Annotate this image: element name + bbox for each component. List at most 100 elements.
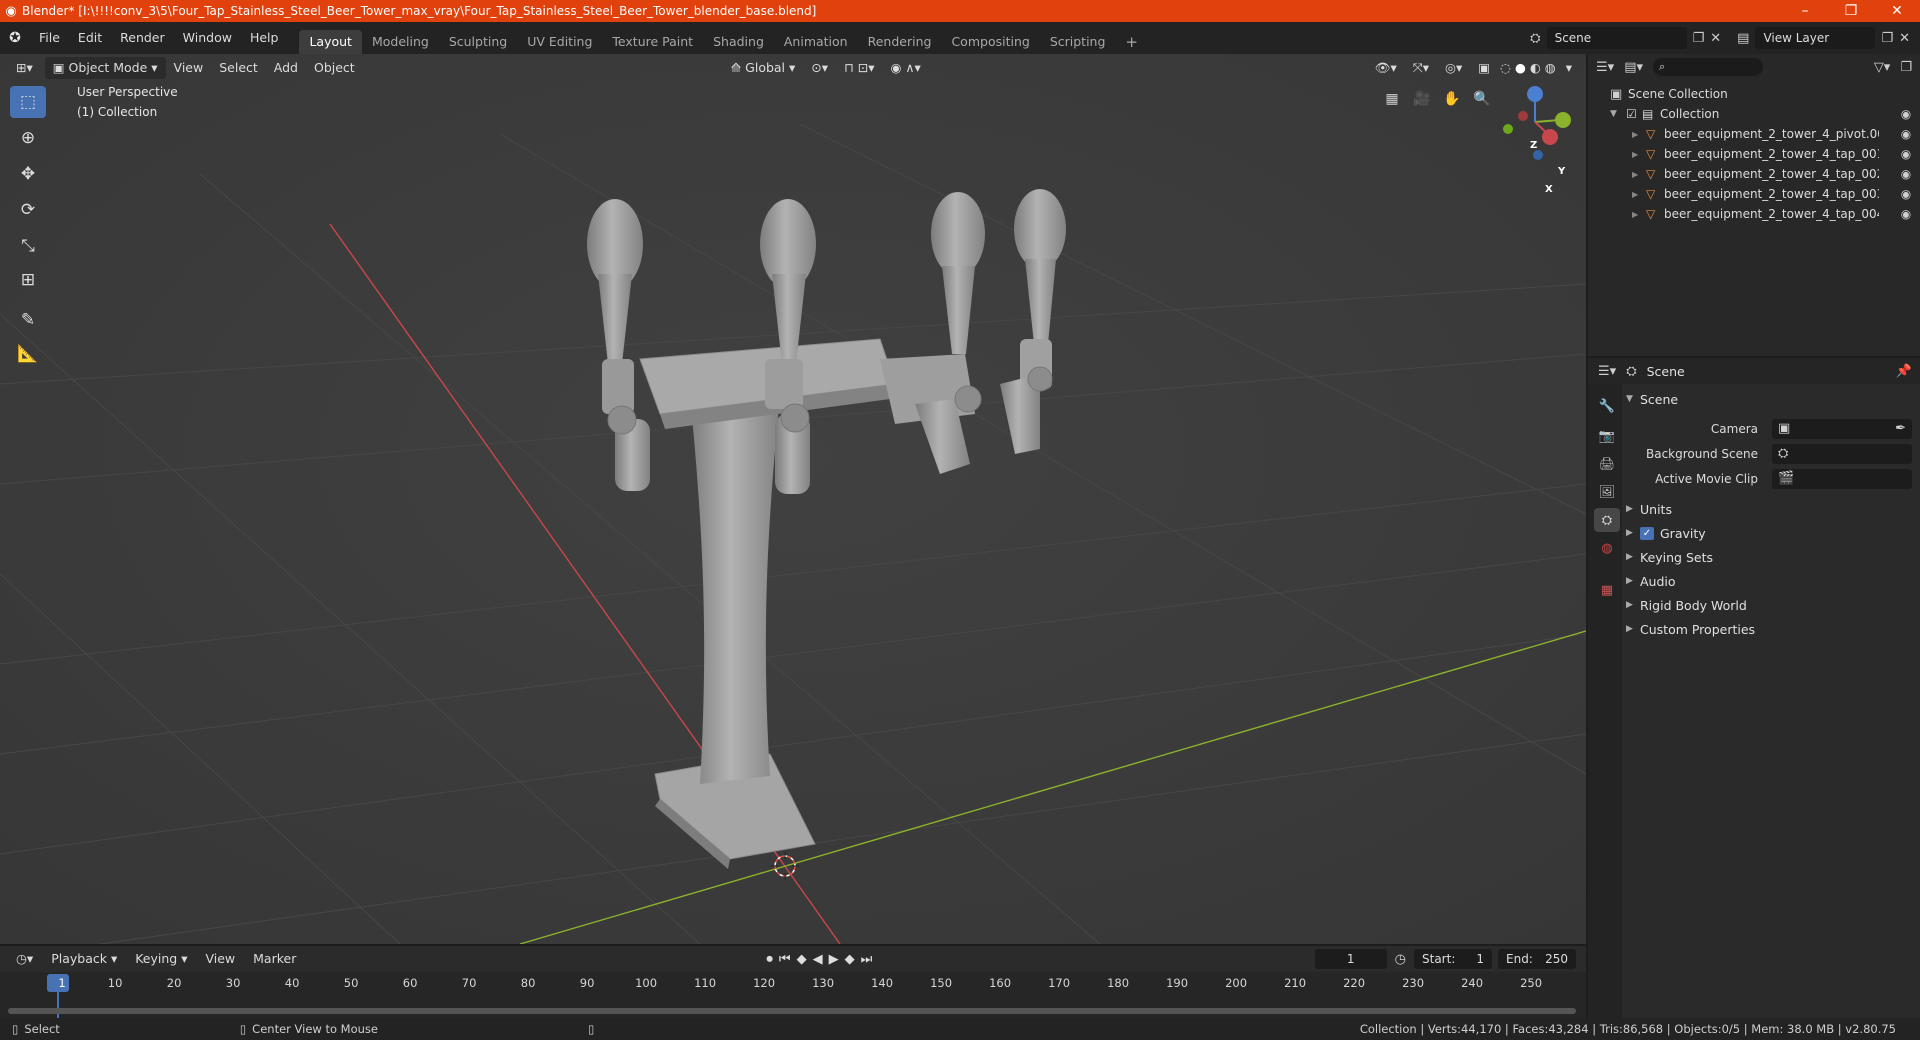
next-keyframe-icon[interactable]: ◆ [845, 952, 855, 967]
new-view-layer-icon[interactable]: ❐ [1881, 31, 1893, 46]
gravity-checkbox[interactable]: ✓ [1640, 526, 1654, 540]
camera-field[interactable]: ▣ ✒ [1772, 419, 1912, 439]
audio-panel-header[interactable]: ▶ Audio [1626, 570, 1916, 592]
tab-sculpting[interactable]: Sculpting [439, 30, 517, 54]
visibility-eye-icon[interactable]: ◉ [1896, 147, 1916, 161]
viewport-menu-add[interactable]: Add [266, 57, 306, 79]
visibility-eye-icon[interactable]: ◉ [1896, 127, 1916, 141]
rigid-body-world-panel-header[interactable]: ▶ Rigid Body World [1626, 594, 1916, 616]
toggle-perspective-icon[interactable]: ▦ [1379, 86, 1405, 112]
view-layer-selector[interactable]: View Layer [1755, 27, 1876, 49]
tab-shading[interactable]: Shading [703, 30, 774, 54]
add-workspace-icon[interactable]: + [1115, 30, 1148, 54]
shading-wireframe-icon[interactable]: ◌ [1498, 57, 1513, 79]
tool-tab-icon[interactable]: 🔧 [1594, 394, 1620, 418]
play-reverse-icon[interactable]: ◀ [813, 952, 823, 967]
scene-panel-header[interactable]: ▼ Scene [1626, 388, 1916, 410]
timeline-menu-view[interactable]: View [197, 948, 243, 970]
expand-icon[interactable]: ▶ [1632, 190, 1646, 199]
expand-icon[interactable]: ▶ [1632, 170, 1646, 179]
end-frame-field[interactable]: End: 250 [1498, 949, 1576, 969]
world-tab-icon[interactable]: ◍ [1594, 536, 1620, 560]
new-scene-icon[interactable]: ❐ [1693, 31, 1705, 46]
cursor-tool-icon[interactable]: ⊕ [10, 122, 46, 154]
transform-tool-icon[interactable]: ⊞ [10, 264, 46, 296]
tab-scripting[interactable]: Scripting [1040, 30, 1116, 54]
tab-texture-paint[interactable]: Texture Paint [602, 30, 703, 54]
minimize-button[interactable]: – [1782, 0, 1828, 22]
gravity-panel-header[interactable]: ▶ ✓ Gravity [1626, 522, 1916, 544]
outliner-item[interactable]: ▶ ▽ beer_equipment_2_tower_4_tap_004_piv… [1610, 204, 1916, 224]
expand-icon[interactable]: ▶ [1632, 210, 1646, 219]
zoom-view-icon[interactable]: 🔍 [1469, 86, 1495, 112]
expand-icon[interactable]: ▶ [1632, 150, 1646, 159]
menu-edit[interactable]: Edit [69, 27, 111, 49]
prev-keyframe-icon[interactable]: ◆ [797, 952, 807, 967]
texture-tab-icon[interactable]: ▦ [1594, 578, 1620, 602]
scale-tool-icon[interactable]: ⤡ [10, 230, 46, 262]
scene-tab-icon[interactable]: ⛭ [1594, 508, 1620, 532]
visibility-eye-icon[interactable]: ◉ [1896, 187, 1916, 201]
expand-icon[interactable]: ▶ [1632, 130, 1646, 139]
render-tab-icon[interactable]: 📷 [1594, 424, 1620, 448]
gizmo-toggle-icon[interactable]: ⤧▾ [1405, 57, 1437, 79]
background-scene-field[interactable]: ⛭ [1772, 444, 1912, 464]
outliner-editor-type-icon[interactable]: ☰▾ [1596, 60, 1614, 75]
menu-help[interactable]: Help [241, 27, 288, 49]
properties-editor-type-icon[interactable]: ☰▾ [1598, 364, 1616, 379]
visibility-eye-icon[interactable]: ◉ [1896, 167, 1916, 181]
tab-compositing[interactable]: Compositing [941, 30, 1039, 54]
maximize-button[interactable]: ❐ [1828, 0, 1874, 22]
collapse-icon[interactable]: ▼ [1610, 109, 1626, 119]
shading-material-icon[interactable]: ◐ [1528, 57, 1543, 79]
new-collection-icon[interactable]: ❐ [1900, 60, 1912, 75]
visibility-icon[interactable]: 👁▾ [1367, 57, 1405, 79]
measure-tool-icon[interactable]: 📐 [10, 338, 46, 370]
tab-uv-editing[interactable]: UV Editing [517, 30, 602, 54]
timeline-menu-marker[interactable]: Marker [245, 948, 304, 970]
shading-rendered-icon[interactable]: ◍ [1543, 57, 1558, 79]
custom-properties-panel-header[interactable]: ▶ Custom Properties [1626, 618, 1916, 640]
visibility-eye-icon[interactable]: ◉ [1896, 207, 1916, 221]
close-button[interactable]: ✕ [1874, 0, 1920, 22]
filter-icon[interactable]: ▽▾ [1874, 60, 1891, 75]
preview-range-icon[interactable]: ◷ [1395, 952, 1406, 967]
menu-render[interactable]: Render [111, 27, 174, 49]
viewport-menu-object[interactable]: Object [306, 57, 363, 79]
overlays-toggle-icon[interactable]: ◎▾ [1437, 57, 1470, 79]
tab-animation[interactable]: Animation [774, 30, 858, 54]
scene-browse-icon[interactable]: ⛭ [1530, 31, 1540, 46]
view-layer-tab-icon[interactable]: 🖼 [1594, 480, 1620, 504]
blender-menu-icon[interactable]: ✪ [0, 30, 30, 46]
delete-scene-icon[interactable]: ✕ [1710, 31, 1721, 46]
select-box-tool-icon[interactable]: ⬚ [10, 86, 46, 118]
outliner-scene-collection[interactable]: ▣ Scene Collection [1610, 84, 1916, 104]
jump-start-icon[interactable]: ⏮ [779, 952, 791, 967]
collection-checkbox[interactable]: ☑ [1626, 107, 1642, 121]
move-tool-icon[interactable]: ✥ [10, 158, 46, 190]
proportional-edit-icon[interactable]: ◉ ∧▾ [883, 57, 929, 79]
pin-icon[interactable]: 📌 [1896, 364, 1912, 379]
timeline-menu-keying[interactable]: Keying ▾ [127, 948, 195, 970]
play-icon[interactable]: ▶ [829, 952, 839, 967]
shading-solid-icon[interactable]: ● [1513, 57, 1528, 79]
annotate-tool-icon[interactable]: ✎ [10, 304, 46, 336]
scene-selector[interactable]: Scene [1546, 27, 1687, 49]
transform-orientation-selector[interactable]: ⟰ Global ▾ [723, 57, 804, 79]
outliner-item[interactable]: ▶ ▽ beer_equipment_2_tower_4_tap_003_piv… [1610, 184, 1916, 204]
editor-type-icon[interactable]: ⊞▾ [8, 57, 41, 79]
xray-toggle-icon[interactable]: ▣ [1470, 57, 1498, 79]
menu-window[interactable]: Window [174, 27, 241, 49]
timeline-editor-type-icon[interactable]: ◷▾ [8, 948, 41, 970]
shading-options-icon[interactable]: ▾ [1558, 57, 1580, 79]
tab-rendering[interactable]: Rendering [858, 30, 942, 54]
outliner-item[interactable]: ▶ ▽ beer_equipment_2_tower_4_pivot.001 ◉ [1610, 124, 1916, 144]
menu-file[interactable]: File [30, 27, 69, 49]
pivot-point-icon[interactable]: ⊙▾ [803, 57, 836, 79]
start-frame-field[interactable]: Start: 1 [1414, 949, 1492, 969]
collection-visibility-icon[interactable]: ◉ [1896, 107, 1916, 121]
delete-view-layer-icon[interactable]: ✕ [1899, 31, 1910, 46]
3d-viewport[interactable]: Z Y X ⊞▾ ▣ Object Mode ▾ View Select Add… [0, 54, 1586, 944]
timeline-scrollbar[interactable] [8, 1008, 1576, 1014]
tab-modeling[interactable]: Modeling [362, 30, 439, 54]
